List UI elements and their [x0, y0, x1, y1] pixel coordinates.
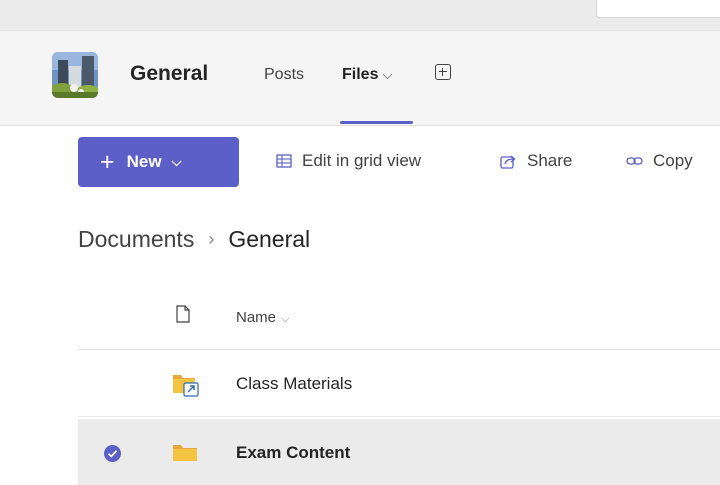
- chevron-down-icon: ⌵: [171, 154, 182, 169]
- tab-files-label: Files: [342, 66, 379, 83]
- breadcrumb-documents[interactable]: Documents: [78, 226, 194, 253]
- row-name[interactable]: Exam Content: [236, 443, 350, 463]
- share-button[interactable]: Share: [500, 151, 572, 171]
- edit-grid-view-button[interactable]: Edit in grid view: [276, 151, 421, 171]
- link-icon: [626, 157, 643, 165]
- top-bar: [0, 0, 720, 31]
- new-button-label: New: [126, 152, 162, 171]
- new-button[interactable]: + New ⌵: [78, 137, 239, 187]
- name-column-header[interactable]: Name ⌵: [236, 309, 289, 326]
- chevron-down-icon: ⌵: [382, 67, 393, 82]
- edit-grid-view-label: Edit in grid view: [302, 151, 422, 170]
- table-row[interactable]: Class Materials: [78, 351, 720, 417]
- breadcrumb: Documents › General: [78, 226, 310, 253]
- chevron-down-icon: ⌵: [281, 313, 290, 325]
- copy-label: Copy: [653, 151, 693, 170]
- team-avatar[interactable]: [52, 52, 98, 98]
- shared-folder-icon: [173, 375, 199, 397]
- channel-title: General: [130, 62, 209, 85]
- share-label: Share: [527, 151, 573, 170]
- column-header-row: Name ⌵: [78, 291, 720, 350]
- search-box-edge[interactable]: [596, 0, 720, 18]
- folder-icon: [173, 445, 197, 461]
- copy-link-button[interactable]: Copy: [626, 151, 693, 171]
- checkmark-icon[interactable]: [104, 445, 121, 462]
- plus-icon: +: [100, 147, 115, 176]
- breadcrumb-current: General: [228, 226, 311, 252]
- plus-square-icon[interactable]: [435, 64, 451, 80]
- tab-posts[interactable]: Posts: [264, 66, 304, 84]
- file-type-icon[interactable]: [176, 305, 190, 323]
- share-icon: [500, 155, 516, 169]
- active-tab-indicator: [340, 121, 413, 124]
- table-row[interactable]: Exam Content: [78, 419, 720, 485]
- row-name[interactable]: Class Materials: [236, 374, 352, 394]
- name-column-label: Name: [236, 309, 277, 326]
- grid-icon: [276, 154, 292, 168]
- chevron-right-icon: ›: [208, 229, 215, 249]
- tab-files[interactable]: Files ⌵: [342, 66, 392, 84]
